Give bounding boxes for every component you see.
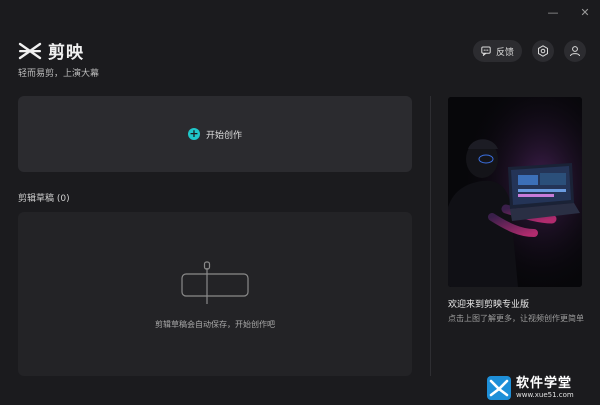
user-button[interactable] xyxy=(564,40,586,62)
start-creation-label: 开始创作 xyxy=(205,130,242,141)
feedback-icon xyxy=(481,46,491,56)
feedback-label: 反馈 xyxy=(495,47,514,58)
start-creation-button[interactable]: + 开始创作 xyxy=(18,96,412,172)
window-controls: — ✕ xyxy=(546,6,592,20)
capcut-logo-icon xyxy=(18,42,42,59)
watermark-text: 软件学堂 www.xue51.com xyxy=(516,376,574,400)
minimize-button[interactable]: — xyxy=(546,6,560,20)
user-icon xyxy=(570,46,580,57)
close-button[interactable]: ✕ xyxy=(578,6,592,20)
watermark-name: 软件学堂 xyxy=(516,376,573,391)
header-actions: 反馈 xyxy=(472,40,586,62)
watermark-logo-icon xyxy=(487,376,511,400)
feedback-button[interactable]: 反馈 xyxy=(472,40,522,62)
promo-banner-image[interactable] xyxy=(448,97,582,287)
drafts-title: 剪辑草稿 (0) xyxy=(18,194,70,204)
empty-drafts-icon xyxy=(181,261,249,304)
promo-title: 欢迎来到剪映专业版 xyxy=(448,300,530,310)
settings-icon xyxy=(538,45,548,57)
app-logo: 剪映 xyxy=(18,38,84,63)
site-watermark: 软件学堂 www.xue51.com xyxy=(486,373,594,403)
person-with-laptop-illustration xyxy=(448,97,582,287)
drafts-panel: 剪辑草稿会自动保存，开始创作吧 xyxy=(18,212,412,376)
app-name: 剪映 xyxy=(48,43,84,63)
plus-icon: + xyxy=(187,127,200,140)
watermark-domain: www.xue51.com xyxy=(516,391,574,399)
empty-drafts-text: 剪辑草稿会自动保存，开始创作吧 xyxy=(155,320,275,329)
section-divider xyxy=(430,96,431,376)
promo-description: 点击上图了解更多，让视频创作更简单 xyxy=(448,314,584,323)
app-slogan: 轻而易剪，上演大幕 xyxy=(18,69,100,79)
settings-button[interactable] xyxy=(532,40,554,62)
